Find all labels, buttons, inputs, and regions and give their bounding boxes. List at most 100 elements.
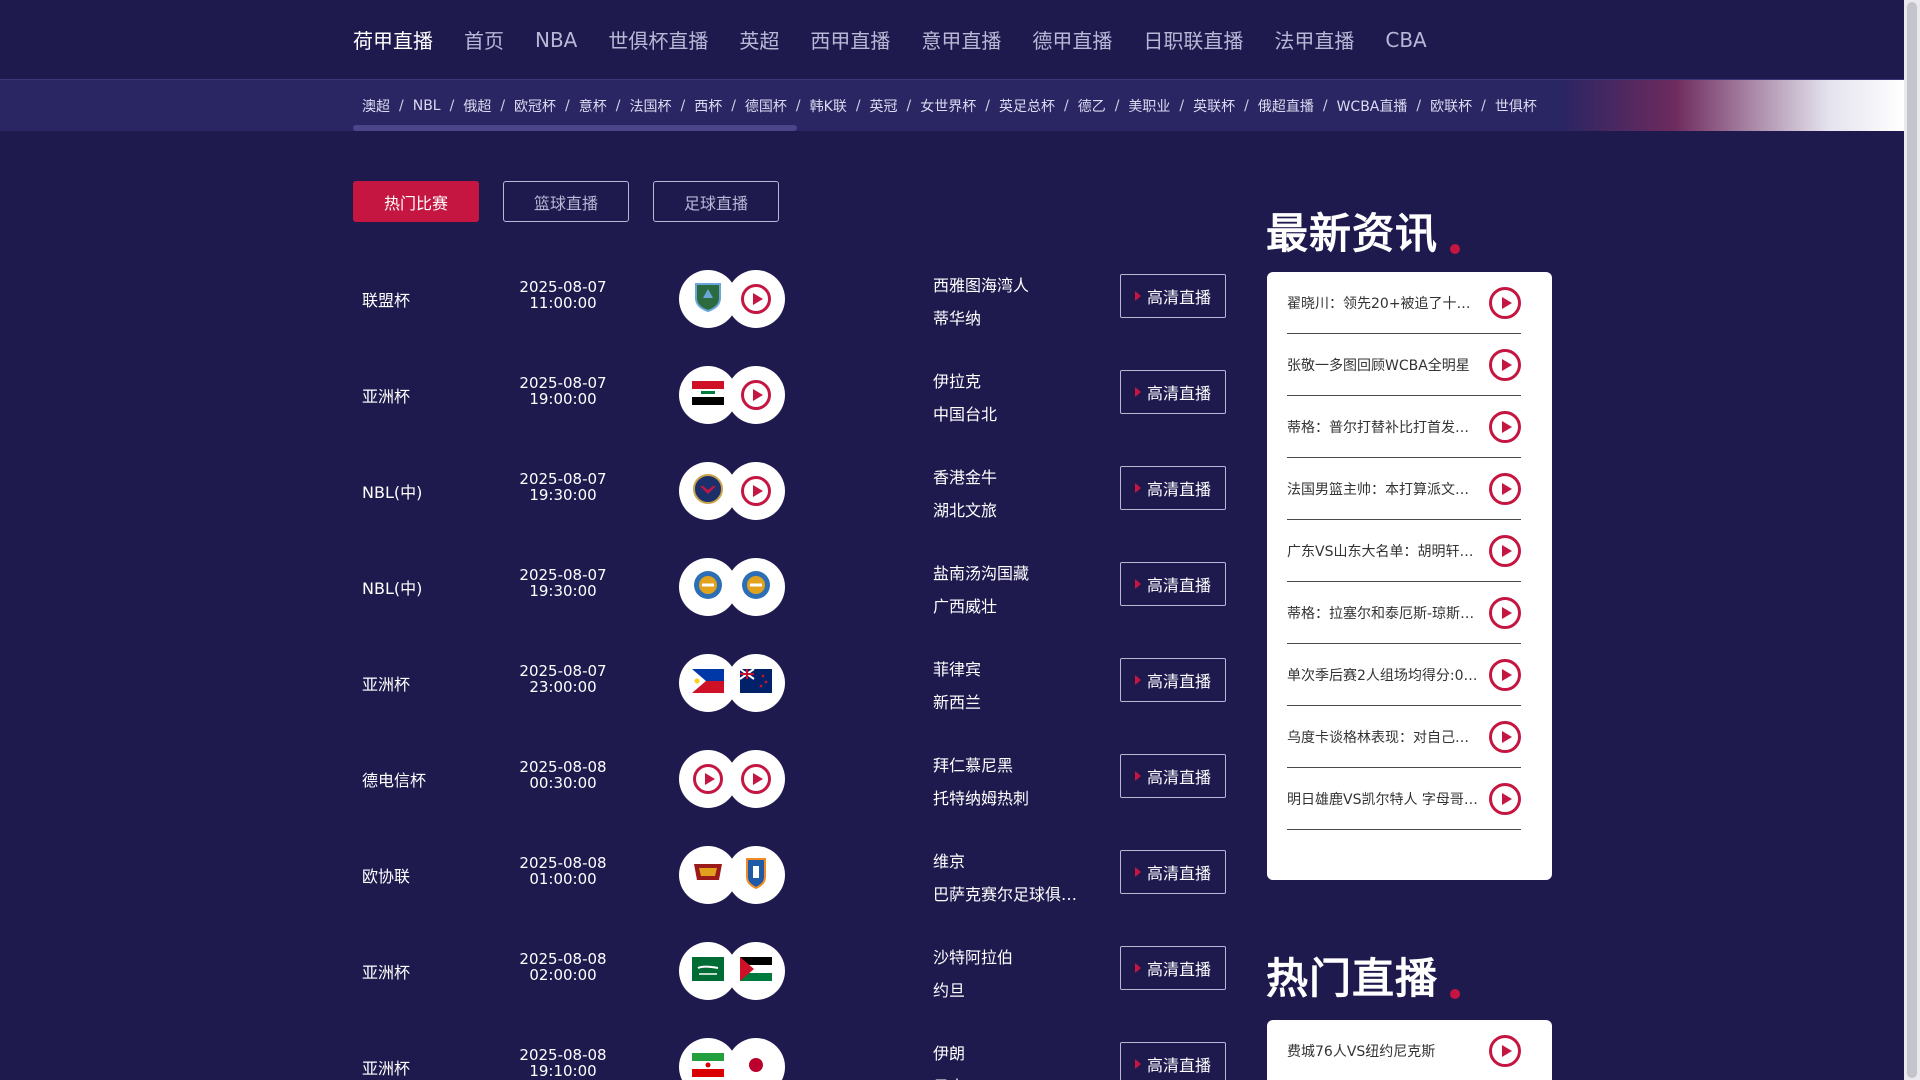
team-crest — [739, 568, 773, 606]
sub-nav-item[interactable]: WCBA直播 — [1328, 96, 1417, 116]
team-names: 西雅图海湾人 蒂华纳 — [933, 269, 1029, 335]
top-nav-item[interactable]: 法甲直播 — [1274, 25, 1354, 54]
play-icon[interactable] — [1489, 286, 1521, 319]
match-row: 亚洲杯 2025-08-07 23:00:00 菲律宾 新西兰 高清直播 — [353, 634, 1233, 730]
sub-nav-item[interactable]: NBL — [404, 98, 450, 114]
arrow-right-icon — [1134, 771, 1141, 781]
sub-nav-item[interactable]: 英冠 — [861, 96, 907, 116]
hd-live-button[interactable]: 高清直播 — [1120, 658, 1226, 702]
play-triangle — [1501, 730, 1512, 743]
news-item[interactable]: 张敬一多图回顾WCBA全明星 — [1287, 334, 1521, 396]
news-item[interactable]: 法国男篮主帅：本打算派文班出战 — [1287, 458, 1521, 520]
page-scrollbar[interactable] — [1904, 0, 1920, 1080]
sub-nav-item[interactable]: 英足总杯 — [990, 96, 1064, 116]
sub-nav-item[interactable]: 英联杯 — [1184, 96, 1244, 116]
play-icon[interactable] — [741, 764, 771, 794]
play-icon[interactable] — [1489, 348, 1521, 381]
play-triangle — [1501, 606, 1512, 619]
play-icon[interactable] — [1489, 472, 1521, 505]
match-row: 联盟杯 2025-08-07 11:00:00 西雅图海湾人 蒂华纳 高清直播 — [353, 250, 1233, 346]
league-name: 亚洲杯 — [362, 1059, 411, 1078]
play-icon[interactable] — [741, 476, 771, 506]
sub-nav-item[interactable]: 澳超 — [353, 96, 399, 116]
sub-nav-item[interactable]: 俄超 — [454, 96, 500, 116]
top-nav-item[interactable]: 世俱杯直播 — [608, 25, 708, 54]
play-icon[interactable] — [741, 284, 771, 314]
news-item[interactable]: 明日雄鹿VS凯尔特人 字母哥出战 — [1287, 768, 1521, 830]
hd-live-label: 高清直播 — [1146, 1056, 1211, 1075]
play-icon[interactable] — [1489, 720, 1521, 753]
top-nav-item[interactable]: 首页 — [464, 25, 504, 54]
top-nav-item[interactable]: 英超 — [739, 25, 779, 54]
hd-live-button[interactable]: 高清直播 — [1120, 274, 1226, 318]
news-item[interactable]: 蒂格：普尔打替补比打首发更好 — [1287, 396, 1521, 458]
hot-live-item[interactable]: 费城76人VS纽约尼克斯 — [1287, 1020, 1521, 1080]
top-nav-item[interactable]: 德甲直播 — [1032, 25, 1112, 54]
match-time: 2025-08-07 19:00:00 — [493, 375, 633, 407]
sub-nav-item[interactable]: 欧联杯 — [1421, 96, 1481, 116]
sub-nav-item[interactable]: 俄超直播 — [1249, 96, 1323, 116]
match-date: 2025-08-07 — [519, 278, 607, 296]
sub-nav-item[interactable]: 女世界杯 — [911, 96, 985, 116]
sub-nav-item[interactable]: 韩K联 — [801, 96, 856, 116]
saudi-flag — [691, 952, 725, 990]
news-item[interactable]: 广东VS山东大名单：胡明轩回归 — [1287, 520, 1521, 582]
top-nav-item[interactable]: 西甲直播 — [810, 25, 890, 54]
top-nav-item[interactable]: CBA — [1385, 28, 1426, 52]
play-icon[interactable] — [693, 764, 723, 794]
play-icon[interactable] — [1489, 782, 1521, 815]
top-nav-item[interactable]: 荷甲直播 — [353, 25, 433, 54]
hd-live-label: 高清直播 — [1146, 576, 1211, 595]
match-time: 2025-08-08 19:10:00 — [493, 1047, 633, 1079]
sub-nav-item[interactable]: 世俱杯 — [1486, 96, 1546, 116]
sub-nav-item[interactable]: 德国杯 — [736, 96, 796, 116]
home-team-name: 沙特阿拉伯 — [933, 948, 1014, 967]
away-team-name: 中国台北 — [933, 405, 998, 424]
tab-hot-matches[interactable]: 热门比赛 — [353, 181, 479, 222]
play-triangle — [1501, 544, 1512, 557]
sub-nav-item[interactable]: 法国杯 — [620, 96, 680, 116]
top-nav-item[interactable]: NBA — [535, 28, 577, 52]
play-triangle — [752, 389, 763, 401]
news-item[interactable]: 蒂格：拉塞尔和泰厄斯-琼斯谁更好 — [1287, 582, 1521, 644]
hd-live-button[interactable]: 高清直播 — [1120, 370, 1226, 414]
hd-live-button[interactable]: 高清直播 — [1120, 1042, 1226, 1080]
play-icon[interactable] — [741, 380, 771, 410]
hd-live-button[interactable]: 高清直播 — [1120, 850, 1226, 894]
philippines-flag — [691, 664, 725, 702]
hd-live-button[interactable]: 高清直播 — [1120, 562, 1226, 606]
sub-nav-item[interactable]: 西杯 — [685, 96, 731, 116]
bulls-crest — [691, 472, 725, 510]
hd-live-label: 高清直播 — [1146, 864, 1211, 883]
match-clock: 23:00:00 — [529, 678, 597, 696]
tab-basketball[interactable]: 篮球直播 — [503, 181, 629, 222]
away-team-name: 巴萨克赛尔足球俱乐部 — [933, 885, 1083, 904]
match-row: 亚洲杯 2025-08-07 19:00:00 伊拉克 中国台北 高清直播 — [353, 346, 1233, 442]
play-icon[interactable] — [1489, 1035, 1521, 1067]
match-time: 2025-08-07 11:00:00 — [493, 279, 633, 311]
play-icon[interactable] — [1489, 658, 1521, 691]
sub-nav-item[interactable]: 意杯 — [570, 96, 616, 116]
sub-nav-scrollbar[interactable] — [353, 125, 797, 131]
hd-live-button[interactable]: 高清直播 — [1120, 754, 1226, 798]
top-nav-item[interactable]: 日职联直播 — [1143, 25, 1243, 54]
hd-live-label: 高清直播 — [1146, 960, 1211, 979]
sub-nav-item[interactable]: 欧冠杯 — [505, 96, 565, 116]
play-icon[interactable] — [1489, 534, 1521, 567]
hd-live-button[interactable]: 高清直播 — [1120, 946, 1226, 990]
top-nav-item[interactable]: 意甲直播 — [921, 25, 1001, 54]
play-icon[interactable] — [1489, 410, 1521, 443]
news-item[interactable]: 翟晓川：领先20+被追了十几分 — [1287, 272, 1521, 334]
sub-nav-item[interactable]: 美职业 — [1119, 96, 1179, 116]
play-triangle — [1501, 1045, 1512, 1057]
news-item[interactable]: 乌度卡谈格林表现：对自己很失望 — [1287, 706, 1521, 768]
tab-football[interactable]: 足球直播 — [653, 181, 779, 222]
page-scrollbar-thumb[interactable] — [1907, 2, 1917, 1078]
match-clock: 00:30:00 — [529, 774, 597, 792]
hd-live-button[interactable]: 高清直播 — [1120, 466, 1226, 510]
sub-nav-item[interactable]: 德乙 — [1069, 96, 1115, 116]
news-item[interactable]: 单次季后赛2人组场均得分:0.5分 — [1287, 644, 1521, 706]
play-triangle — [1501, 482, 1512, 495]
away-team-logo — [727, 366, 785, 424]
play-icon[interactable] — [1489, 596, 1521, 629]
